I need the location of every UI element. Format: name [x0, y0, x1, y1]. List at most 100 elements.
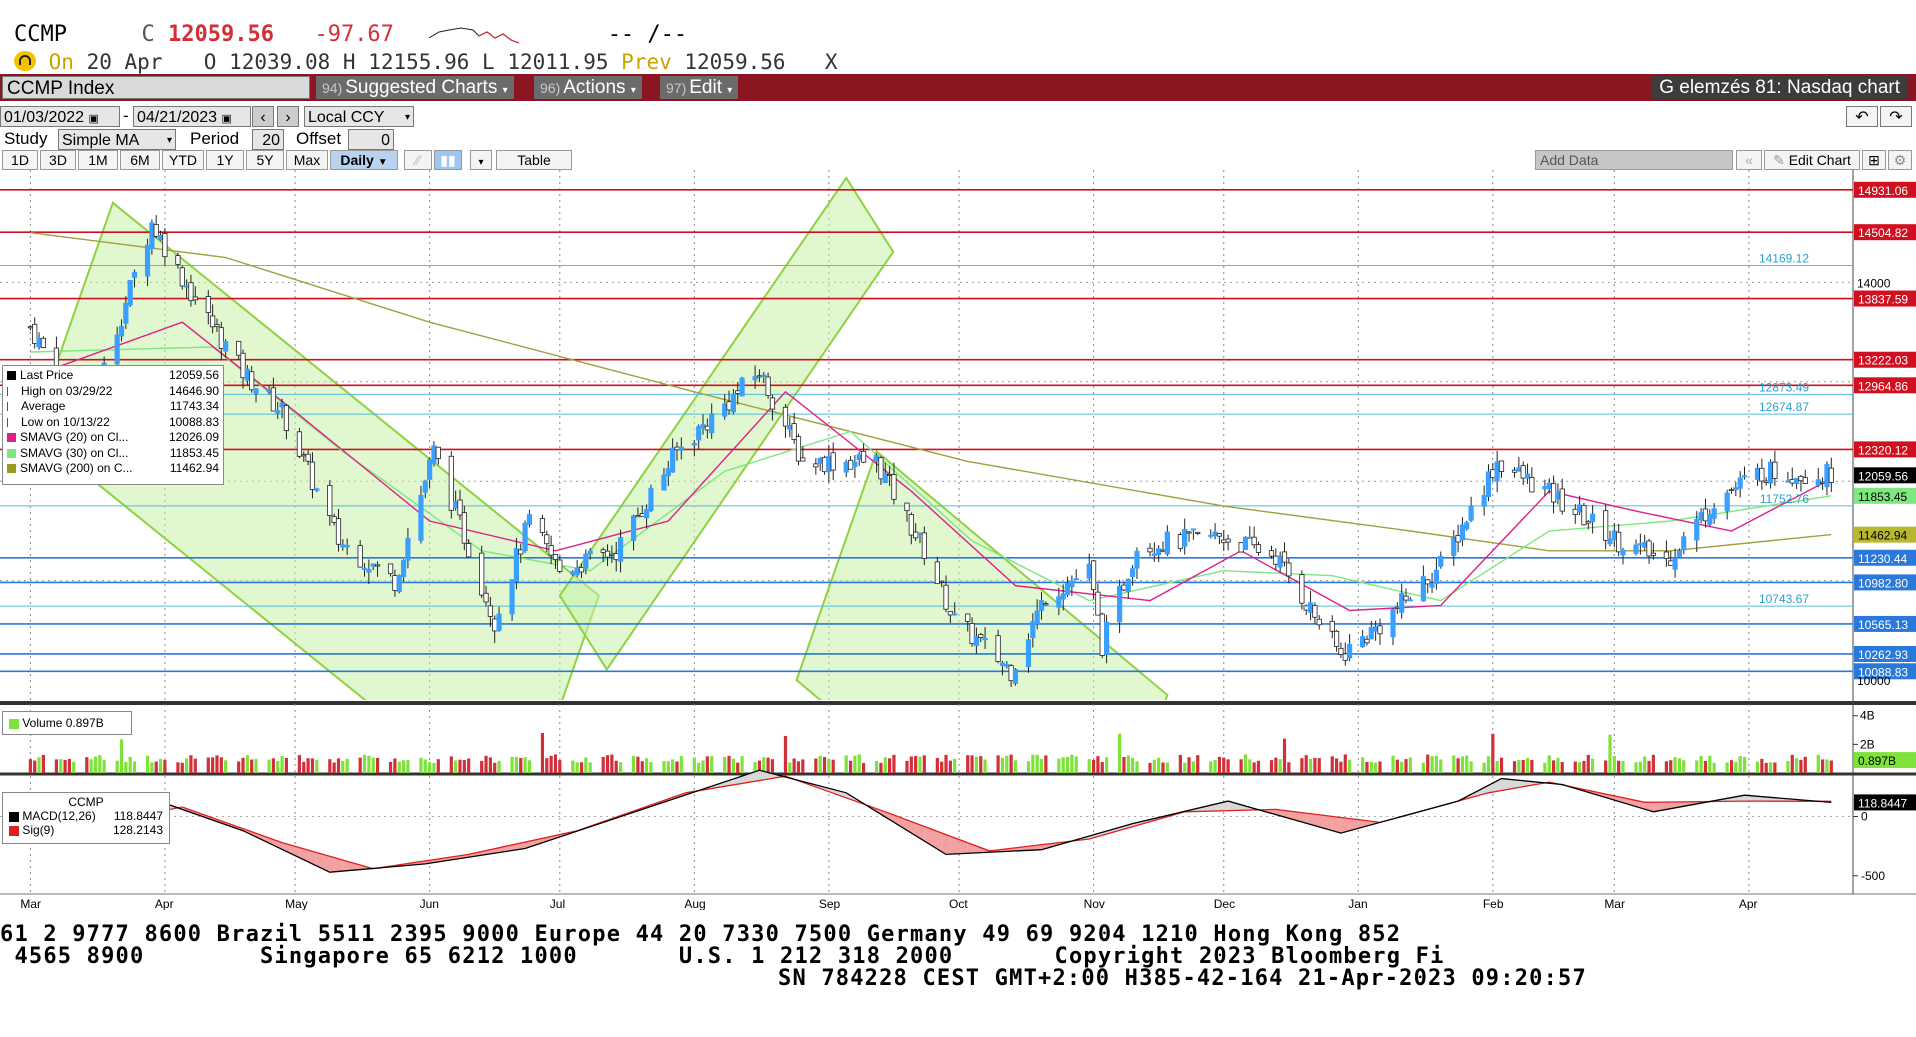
period-max-button[interactable]: Max	[286, 150, 328, 170]
candle-body	[574, 567, 580, 576]
close-quote-button[interactable]: X	[825, 50, 838, 74]
candle-body	[1364, 638, 1370, 644]
period-input[interactable]: 20	[252, 129, 284, 150]
macd-legend-title: CCMP	[68, 795, 104, 809]
currency-select[interactable]: Local CCY ▾	[304, 106, 414, 127]
legend-swatch	[7, 386, 17, 396]
low-label: L	[482, 50, 495, 74]
volume-bar	[1013, 760, 1018, 773]
candle-body	[1511, 469, 1518, 473]
candle-body	[448, 455, 454, 511]
volume-bar	[37, 757, 41, 773]
candle-body	[1529, 476, 1535, 493]
candle-body	[1620, 549, 1626, 556]
candle-body	[813, 463, 819, 468]
candle-body	[826, 455, 832, 473]
period-5y-button[interactable]: 5Y	[246, 150, 284, 170]
collapse-button[interactable]: «	[1736, 150, 1762, 170]
volume-bar	[358, 757, 362, 773]
edit-chart-button[interactable]: ✎ Edit Chart	[1764, 150, 1860, 170]
undo-button[interactable]: ↶	[1846, 106, 1878, 127]
start-date-input[interactable]: 01/03/2022 ▣	[0, 106, 120, 127]
candle-body	[1603, 510, 1609, 541]
candle-body	[1012, 669, 1019, 684]
candle-body	[648, 487, 654, 512]
volume-bar	[1361, 757, 1365, 773]
add-data-input[interactable]: Add Data	[1535, 150, 1733, 170]
candle-body	[118, 325, 125, 337]
volume-bar	[692, 757, 696, 773]
chart-type-dropdown[interactable]: ▾	[470, 150, 492, 170]
candle-body	[795, 436, 802, 462]
candle-body	[817, 457, 823, 464]
end-date-input[interactable]: 04/21/2023 ▣	[133, 106, 251, 127]
candle-chart-button[interactable]: ▮▮	[434, 150, 462, 170]
period-1d-button[interactable]: 1D	[2, 150, 38, 170]
offset-input[interactable]: 0	[348, 129, 394, 150]
volume-bar	[523, 757, 527, 773]
candle-body	[1737, 477, 1743, 489]
volume-bar	[1096, 756, 1100, 773]
volume-bar	[1612, 755, 1616, 773]
volume-bar	[679, 756, 683, 773]
frequency-value: Daily	[340, 152, 374, 168]
level-label: 12674.87	[1759, 400, 1809, 414]
candle-body	[457, 499, 463, 516]
legend-label: SMAVG (20) on Cl...	[7, 430, 128, 446]
volume-bar	[1044, 755, 1048, 773]
period-1y-button[interactable]: 1Y	[206, 150, 244, 170]
candle-body	[27, 326, 33, 329]
volume-bar	[1617, 760, 1621, 773]
caret-down-icon: ▼	[377, 157, 388, 168]
price-chart[interactable]: 14931.06 14504.82 14169.12 13837.59 13222.03…	[0, 170, 1916, 910]
volume-bar	[1183, 762, 1187, 773]
period-forward-button[interactable]: ›	[277, 106, 299, 127]
volume-bar	[1287, 762, 1291, 773]
period-1m-button[interactable]: 1M	[78, 150, 118, 170]
gear-button[interactable]: ⚙	[1888, 150, 1912, 170]
candle-body	[735, 390, 741, 394]
volume-bar	[1486, 756, 1491, 773]
price-change: -97.67	[314, 22, 394, 47]
volume-bar	[1452, 755, 1456, 773]
volume-bar	[1226, 759, 1230, 773]
candle-body	[696, 426, 702, 441]
security-field[interactable]: CCMP Index	[2, 76, 310, 99]
volume-bar	[1369, 761, 1373, 773]
end-date-value: 04/21/2023	[137, 109, 218, 126]
candle-body	[674, 446, 680, 451]
chart-settings-button[interactable]: ⊞	[1862, 150, 1886, 170]
line-chart-button[interactable]: ⁄⁄	[404, 150, 432, 170]
redo-button[interactable]: ↷	[1880, 106, 1912, 127]
legend-swatch	[7, 371, 16, 381]
candle-body	[1559, 488, 1565, 512]
volume-bar	[675, 761, 679, 773]
volume-bar	[1118, 733, 1122, 773]
candle-body	[1312, 605, 1318, 618]
period-6m-button[interactable]: 6M	[120, 150, 160, 170]
line-chart-icon: ⁄⁄	[415, 152, 421, 168]
pencil-icon: ✎	[1773, 152, 1785, 168]
volume-bar	[1573, 761, 1577, 773]
candle-body	[878, 457, 884, 480]
edit-menu[interactable]: 97) Edit ▾	[660, 76, 739, 99]
candle-body	[1338, 647, 1344, 656]
month-label: Aug	[684, 897, 705, 910]
menu-label: Actions	[563, 77, 626, 98]
period-back-button[interactable]: ‹	[252, 106, 274, 127]
candle-body	[1147, 547, 1153, 553]
volume-bar	[1222, 757, 1226, 773]
suggested-charts-menu[interactable]: 94) Suggested Charts ▾	[316, 76, 514, 99]
volume-bar	[1530, 759, 1534, 773]
period-3d-button[interactable]: 3D	[40, 150, 76, 170]
volume-bar	[158, 758, 163, 773]
low-value: 12011.95	[507, 50, 609, 74]
table-button[interactable]: Table	[496, 150, 572, 170]
candle-body	[709, 413, 715, 434]
candle-body	[921, 532, 927, 559]
actions-menu[interactable]: 96) Actions ▾	[534, 76, 642, 99]
volume-bar	[362, 754, 367, 773]
study-select[interactable]: Simple MA ▾	[58, 129, 176, 150]
period-ytd-button[interactable]: YTD	[162, 150, 204, 170]
frequency-select[interactable]: Daily ▼	[330, 150, 398, 170]
